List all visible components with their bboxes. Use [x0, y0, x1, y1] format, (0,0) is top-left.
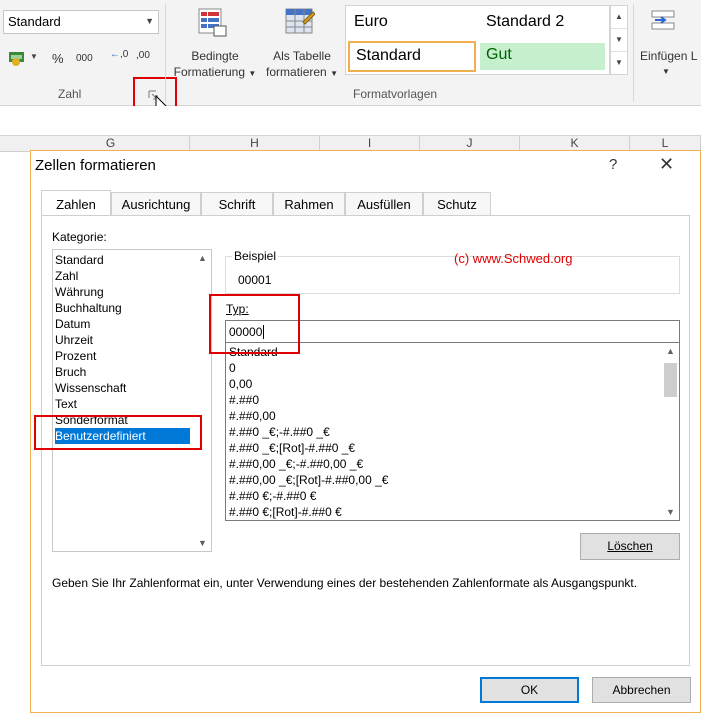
increase-decimal-button[interactable]: ←,0 — [110, 49, 129, 60]
scroll-down-icon[interactable]: ▼ — [194, 535, 211, 551]
gallery-more-button[interactable]: ▼ — [611, 52, 627, 75]
format-item[interactable]: #.##0 €;[Rot]-#.##0 € — [229, 504, 342, 520]
conditional-formatting-line1: Bedingte — [191, 49, 239, 63]
category-item[interactable]: Text — [55, 396, 190, 412]
format-as-table-line1: Als Tabelle — [273, 49, 331, 63]
category-item[interactable]: Datum — [55, 316, 190, 332]
number-format-value: Standard — [8, 14, 61, 29]
tab-font[interactable]: Schrift — [201, 192, 273, 216]
chevron-down-icon: ▼ — [330, 69, 338, 78]
sample-label: Beispiel — [232, 249, 279, 263]
dialog-title: Zellen formatieren — [35, 157, 156, 174]
format-item[interactable]: #.##0,00 — [229, 408, 276, 424]
percent-style-button[interactable]: % — [52, 51, 64, 66]
chevron-down-icon: ▼ — [248, 69, 257, 78]
style-standard[interactable]: Standard — [348, 41, 476, 72]
insert-button[interactable]: Einfügen L ▼ — [640, 48, 701, 80]
format-list-scrollbar[interactable]: ▲ ▼ — [662, 343, 679, 520]
chevron-down-icon: ▼ — [145, 16, 154, 26]
scroll-up-icon[interactable]: ▲ — [194, 250, 211, 266]
scroll-up-icon[interactable]: ▲ — [662, 343, 679, 359]
chevron-down-icon: ▼ — [662, 67, 670, 76]
gallery-up-button[interactable]: ▲ — [611, 6, 627, 29]
delete-button[interactable]: Löschen — [580, 533, 680, 560]
category-item[interactable]: Zahl — [55, 268, 190, 284]
group-label-styles: Formatvorlagen — [353, 87, 438, 101]
category-item[interactable]: Wissenschaft — [55, 380, 190, 396]
conditional-formatting-icon — [198, 8, 227, 37]
conditional-formatting-line2: Formatierung — [173, 65, 246, 79]
format-code-list[interactable]: Standard 0 0,00 #.##0 #.##0,00 #.##0 _€;… — [225, 342, 680, 521]
category-item[interactable]: Uhrzeit — [55, 332, 190, 348]
group-label-number: Zahl — [58, 87, 82, 101]
copyright-watermark: (c) www.Schwed.org — [454, 251, 573, 266]
insert-partial-label: L — [690, 49, 698, 63]
format-as-table-line2: formatieren — [266, 65, 327, 79]
category-item[interactable]: Buchhaltung — [55, 300, 190, 316]
style-euro[interactable]: Euro — [348, 10, 394, 34]
gallery-scroll-buttons: ▲ ▼ ▼ — [610, 5, 628, 75]
tab-fill[interactable]: Ausfüllen — [345, 192, 423, 216]
cancel-button[interactable]: Abbrechen — [592, 677, 691, 703]
group-separator — [165, 4, 166, 102]
format-item[interactable]: #.##0 €;-#.##0 € — [229, 488, 316, 504]
scroll-thumb[interactable] — [664, 363, 677, 397]
format-item[interactable]: #.##0,00 _€;-#.##0,00 _€ — [229, 456, 363, 472]
decrease-decimal-button[interactable]: ,00 — [136, 50, 150, 61]
formula-bar-area — [0, 106, 701, 136]
chevron-down-icon: ▼ — [30, 52, 38, 61]
style-standard-2[interactable]: Standard 2 — [480, 10, 570, 34]
insert-label: Einfügen — [640, 49, 688, 63]
category-highlight-box — [34, 415, 202, 450]
category-item[interactable]: Standard — [55, 252, 190, 268]
close-icon[interactable]: ✕ — [659, 154, 674, 175]
tab-alignment[interactable]: Ausrichtung — [111, 192, 201, 216]
sample-box — [225, 256, 680, 294]
conditional-formatting-button[interactable]: Bedingte Formatierung ▼ — [170, 48, 260, 82]
tab-numbers[interactable]: Zahlen — [41, 190, 111, 216]
category-label: Kategorie: — [52, 230, 107, 244]
category-item[interactable]: Bruch — [55, 364, 190, 380]
cell-styles-gallery: Euro Standard 2 Standard Gut — [345, 5, 610, 75]
tab-protection[interactable]: Schutz — [423, 192, 491, 216]
delete-button-label: Löschen — [607, 539, 653, 553]
format-item[interactable]: #.##0 _€;[Rot]-#.##0 _€ — [229, 440, 355, 456]
category-item[interactable]: Prozent — [55, 348, 190, 364]
format-item[interactable]: #.##0 _€;-#.##0 _€ — [229, 424, 330, 440]
tab-border[interactable]: Rahmen — [273, 192, 345, 216]
category-item[interactable]: Währung — [55, 284, 190, 300]
increase-decimal-label: ,0 — [120, 49, 129, 60]
format-item[interactable]: #.##0,00 _€;[Rot]-#.##0,00 _€ — [229, 472, 388, 488]
decrease-decimal-label: ,00 — [136, 50, 150, 61]
format-item[interactable]: 0 — [229, 360, 236, 376]
format-item[interactable]: 0,00 — [229, 376, 252, 392]
group-separator — [633, 4, 634, 102]
sample-value: 00001 — [238, 273, 272, 287]
gallery-down-button[interactable]: ▼ — [611, 29, 627, 52]
accounting-format-button[interactable]: ▼ — [8, 50, 38, 69]
type-highlight-box — [209, 294, 300, 354]
format-as-table-button[interactable]: Als Tabelle formatieren ▼ — [258, 48, 346, 82]
style-good[interactable]: Gut — [480, 43, 605, 70]
money-icon — [9, 52, 24, 66]
format-item[interactable]: #.##0 — [229, 392, 259, 408]
category-list[interactable]: Standard Zahl Währung Buchhaltung Datum … — [52, 249, 212, 552]
thousands-separator-button[interactable]: 000 — [76, 53, 93, 64]
format-as-table-icon — [285, 8, 315, 34]
insert-cells-icon — [651, 10, 675, 30]
hint-text: Geben Sie Ihr Zahlenformat ein, unter Ve… — [52, 576, 638, 590]
scroll-down-icon[interactable]: ▼ — [662, 504, 679, 520]
number-format-dropdown[interactable]: Standard ▼ — [3, 10, 159, 34]
help-button[interactable]: ? — [609, 156, 617, 173]
ok-button[interactable]: OK — [480, 677, 579, 703]
ribbon: Standard ▼ ▼ % 000 ←,0 ,00 Zahl Bedingte… — [0, 0, 701, 126]
